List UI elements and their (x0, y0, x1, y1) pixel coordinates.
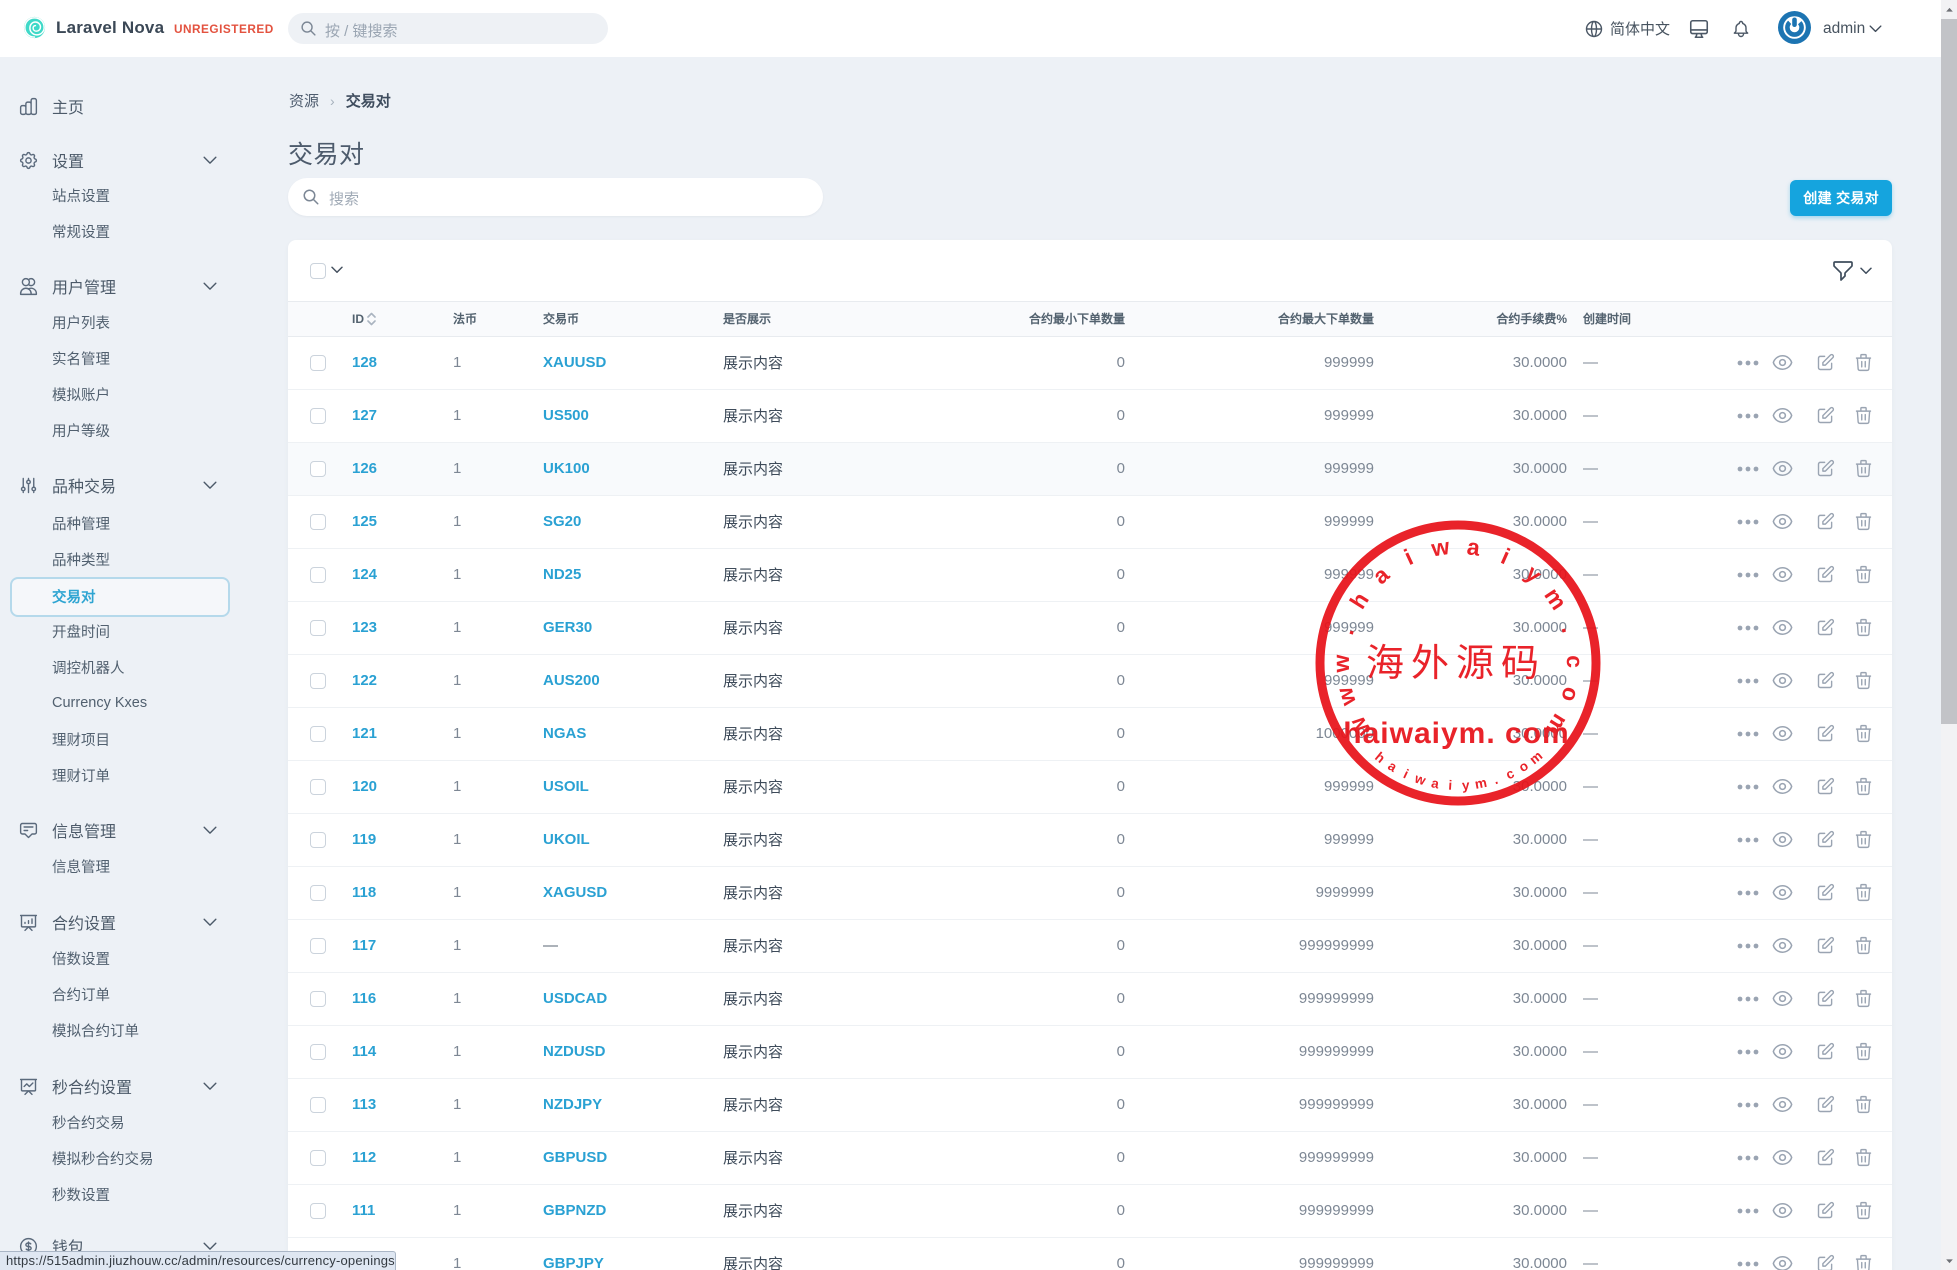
svg-text:w: w (1412, 770, 1428, 788)
svg-text:a: a (1385, 758, 1400, 775)
svg-text:i: i (1497, 543, 1513, 569)
svg-text:m: m (1539, 583, 1572, 614)
svg-text:a: a (1430, 775, 1441, 791)
svg-text:h: h (1372, 749, 1388, 766)
svg-text:a: a (1465, 533, 1481, 561)
svg-text:w: w (1429, 533, 1452, 562)
svg-text:i: i (1400, 544, 1417, 570)
svg-text:.: . (1556, 622, 1583, 636)
svg-text:y: y (1461, 778, 1470, 793)
svg-text:.: . (1332, 624, 1359, 637)
svg-text:h: h (1344, 588, 1373, 614)
svg-text:m: m (1474, 775, 1489, 792)
svg-text:.: . (1492, 772, 1500, 787)
svg-text:w: w (1328, 655, 1354, 674)
svg-text:c: c (1562, 655, 1588, 668)
svg-text:c: c (1503, 765, 1517, 782)
svg-text:o: o (1516, 758, 1531, 775)
svg-text:m: m (1527, 748, 1546, 767)
svg-text:y: y (1520, 560, 1547, 588)
svg-text:i: i (1401, 766, 1411, 781)
svg-text:o: o (1556, 684, 1585, 705)
svg-text:i: i (1448, 778, 1453, 793)
svg-text:海外源码: 海外源码 (1366, 643, 1546, 685)
svg-text:a: a (1367, 561, 1394, 589)
svg-text:haiwaiym. com: haiwaiym. com (1343, 717, 1569, 750)
svg-text:w: w (1331, 684, 1361, 710)
